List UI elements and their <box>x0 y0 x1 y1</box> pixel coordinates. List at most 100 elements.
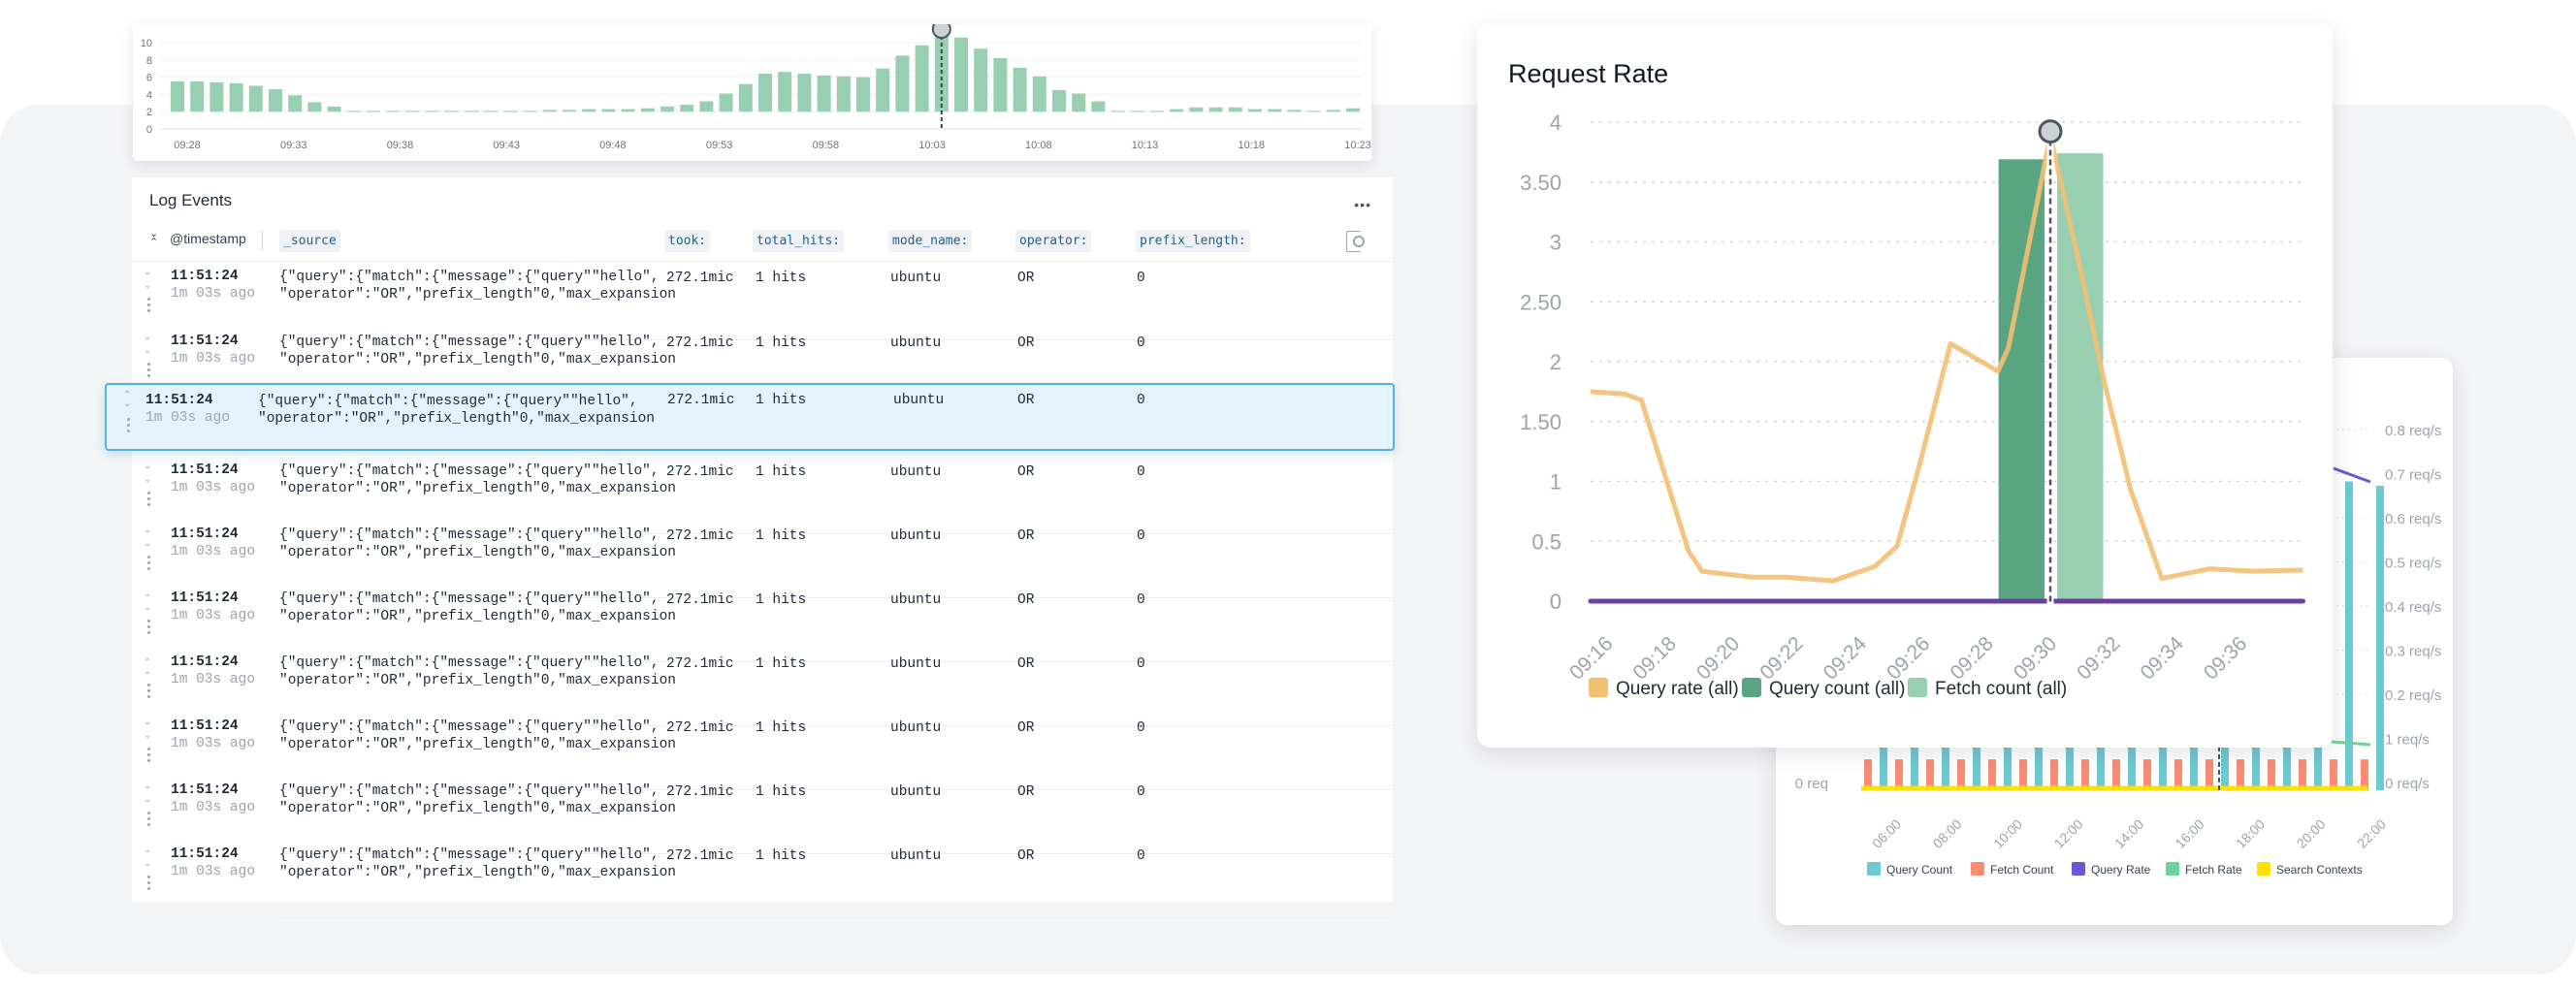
histogram-bar <box>876 68 890 112</box>
legend-swatch <box>2257 862 2270 876</box>
source-json: {"query":{"match":{"message":{"query""he… <box>279 847 676 880</box>
column-header-prefix-length[interactable]: prefix_length: <box>1136 230 1250 252</box>
expand-row-icon[interactable]: ⌃ ⌄ <box>144 337 151 356</box>
expand-row-icon[interactable]: ⌃ ⌄ <box>144 658 151 677</box>
expand-row-icon[interactable]: ⌃ ⌄ <box>144 466 151 485</box>
histogram-bar <box>895 55 910 112</box>
expand-row-icon[interactable]: ⌃ ⌄ <box>123 391 131 409</box>
x-tick-label: 10:23 <box>1344 140 1371 151</box>
histogram-bar <box>386 111 401 112</box>
y-tick-label: 1.50 <box>1520 410 1562 434</box>
histogram-bar <box>1189 107 1204 112</box>
right-y-tick-label: 1 req/s <box>2385 732 2430 749</box>
row-menu-icon[interactable] <box>127 418 130 435</box>
column-settings-icon[interactable] <box>1346 231 1365 252</box>
expand-row-icon[interactable]: ⌃ ⌄ <box>144 850 151 869</box>
row-menu-icon[interactable] <box>147 812 150 829</box>
timestamp: 11:51:24 <box>171 846 239 862</box>
histogram-bar <box>621 109 635 112</box>
log-histogram-chart[interactable]: 0 2 4 6 8 10 09:28 09:33 09:38 09:43 09:48 09:53 09:… <box>133 19 1371 161</box>
expand-row-icon[interactable]: ⌃ ⌄ <box>144 722 151 741</box>
prefix-length-value: 0 <box>1137 848 1145 864</box>
row-menu-icon[interactable] <box>147 684 150 701</box>
log-events-panel: Log Events ••• ⌄ ⌃ @timestamp _source too… <box>105 177 1395 918</box>
x-tick-label: 09:43 <box>493 140 520 151</box>
column-header-took[interactable]: took: <box>664 230 711 252</box>
left-y-tick-label: 0 req <box>1795 776 1828 792</box>
x-tick-label: 14:00 <box>2111 816 2146 851</box>
histogram-bar <box>465 111 478 112</box>
histogram-bar <box>1150 111 1164 112</box>
log-row[interactable]: ⌃ ⌄ 11:51:24 1m 03s ago {"query":{"match":{"… <box>132 463 1393 534</box>
took-value: 272.1mic <box>667 393 735 408</box>
expand-row-icon[interactable]: ⌃ ⌄ <box>144 786 151 805</box>
x-tick-label: 09:38 <box>387 140 414 151</box>
expand-row-icon[interactable]: ⌃ ⌄ <box>144 530 151 549</box>
column-header-timestamp[interactable]: @timestamp <box>170 231 246 246</box>
log-row[interactable]: ⌃ ⌄ 11:51:24 1m 03s ago {"query":{"match":{"… <box>132 526 1393 598</box>
y-tick-label: 0 <box>146 124 152 136</box>
more-options-button[interactable]: ••• <box>1354 197 1371 212</box>
x-tick-label: 09:22 <box>1755 632 1807 684</box>
histogram-bar <box>523 111 537 112</box>
log-row[interactable]: ⌃ ⌄ 11:51:24 1m 03s ago {"query":{"match":{"… <box>132 718 1393 790</box>
prefix-length-value: 0 <box>1137 656 1145 672</box>
legend-swatch <box>2166 862 2179 876</box>
relative-time: 1m 03s ago <box>171 672 256 687</box>
x-tick-label: 09:33 <box>280 140 307 151</box>
operator-value: OR <box>1017 335 1035 351</box>
row-menu-icon[interactable] <box>147 620 150 637</box>
relative-time: 1m 03s ago <box>145 410 231 426</box>
histogram-bar <box>601 109 616 112</box>
fetch-count-bar <box>1926 759 1934 790</box>
hover-marker <box>2038 119 2063 144</box>
y-tick-label: 4 <box>1550 111 1562 135</box>
column-header-operator[interactable]: operator: <box>1015 230 1092 252</box>
histogram-bar <box>817 75 831 112</box>
column-header-mode-name[interactable]: mode_name: <box>888 230 973 252</box>
row-menu-icon[interactable] <box>147 298 150 315</box>
prefix-length-value: 0 <box>1137 335 1145 351</box>
log-row[interactable]: ⌃ ⌄ 11:51:24 1m 03s ago {"query":{"match":{"… <box>132 654 1393 726</box>
row-menu-icon[interactable] <box>147 876 150 893</box>
fetch-count-bar <box>2112 759 2120 790</box>
right-y-tick-label: 0.5 req/s <box>2385 556 2441 572</box>
row-menu-icon[interactable] <box>147 748 150 765</box>
expand-row-icon[interactable]: ⌃ ⌄ <box>144 272 151 291</box>
sort-icon[interactable]: ⌄ ⌃ <box>149 229 158 248</box>
took-value: 272.1mic <box>666 720 734 736</box>
histogram-bar <box>974 48 988 112</box>
header-divider <box>262 230 263 251</box>
query-rate-line <box>1590 133 2303 584</box>
log-row[interactable]: ⌃ ⌄ 11:51:24 1m 03s ago {"query":{"match":{"… <box>132 269 1393 340</box>
histogram-bar <box>425 111 439 112</box>
row-menu-icon[interactable] <box>147 363 150 380</box>
relative-time: 1m 03s ago <box>171 480 256 495</box>
timestamp: 11:51:24 <box>171 654 239 670</box>
histogram-bar <box>1248 109 1262 112</box>
took-value: 272.1mic <box>666 335 734 351</box>
log-row[interactable]: ⌃ ⌄ 11:51:24 1m 03s ago {"query":{"match":{"… <box>132 782 1393 854</box>
x-tick-label: 09:48 <box>599 140 627 151</box>
operator-value: OR <box>1017 393 1035 408</box>
total-hits-value: 1 hits <box>756 592 807 608</box>
took-value: 272.1mic <box>666 271 734 286</box>
x-tick-label: 22:00 <box>2354 816 2389 851</box>
log-row-selected[interactable]: ⌃ ⌄ 11:51:24 1m 03s ago {"query":{"match":{"… <box>105 383 1395 451</box>
column-header-source[interactable]: _source <box>279 230 340 252</box>
log-row[interactable]: ⌃ ⌄ 11:51:24 1m 03s ago {"query":{"match":{"… <box>132 846 1393 918</box>
log-row[interactable]: ⌃ ⌄ 11:51:24 1m 03s ago {"query":{"match":{"… <box>132 590 1393 662</box>
x-tick-label: 09:32 <box>2073 632 2124 684</box>
timestamp: 11:51:24 <box>145 393 213 408</box>
x-tick-label: 10:03 <box>918 140 946 151</box>
histogram-bar <box>1013 67 1027 112</box>
operator-value: OR <box>1017 784 1035 800</box>
right-y-tick-label: 0.4 req/s <box>2385 599 2441 616</box>
column-header-total-hits[interactable]: total_hits: <box>753 230 845 252</box>
request-rate-chart[interactable]: 0 0.5 1 1.50 2 2.50 3 3.50 4 09:16 09:18 09:20 09:22… <box>1477 24 2333 748</box>
row-menu-icon[interactable] <box>147 492 150 509</box>
source-json: {"query":{"match":{"message":{"query""he… <box>279 719 676 752</box>
legend-label: Fetch Rate <box>2185 863 2242 877</box>
row-menu-icon[interactable] <box>147 556 150 573</box>
expand-row-icon[interactable]: ⌃ ⌄ <box>144 594 151 613</box>
